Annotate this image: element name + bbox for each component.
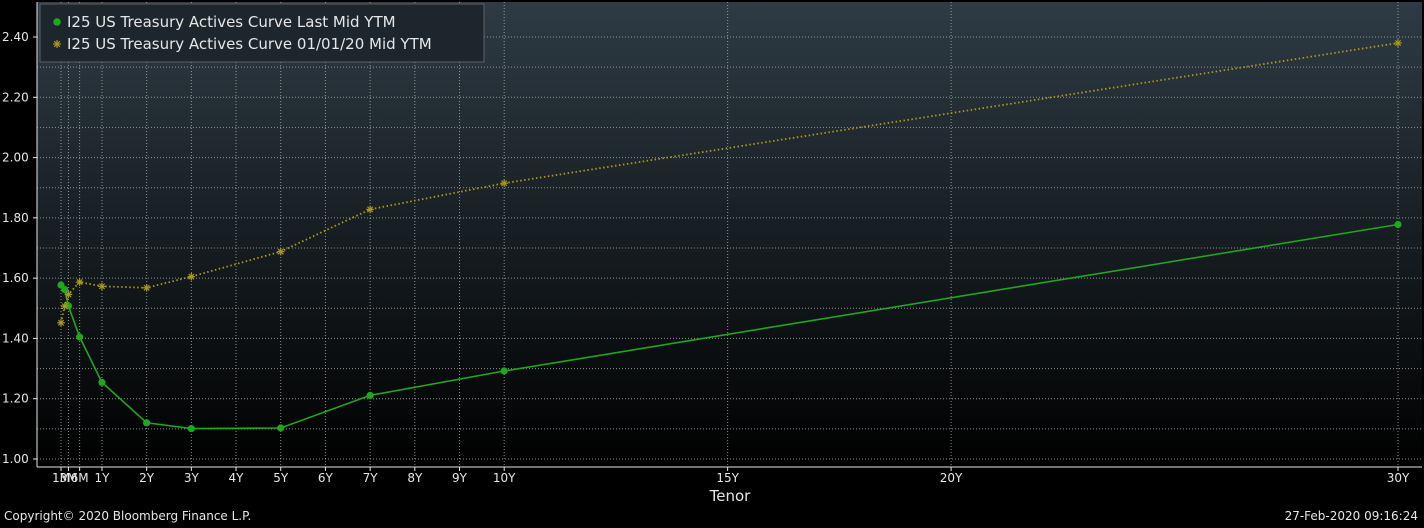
- x-tick-label: 4Y: [229, 471, 245, 485]
- x-axis-title: Tenor: [709, 487, 752, 505]
- y-tick-label: 2.00: [2, 151, 29, 165]
- x-tick-label: 15Y: [716, 471, 739, 485]
- x-tick-label: 1Y: [94, 471, 110, 485]
- y-tick-label: 1.80: [2, 211, 29, 225]
- x-axis: 1M3M6M 1Y 2Y 3Y 4Y 5Y 6Y 7Y 8Y 9Y 10Y 15Y 20Y 30Y: [52, 467, 1410, 485]
- y-tick-label: 2.20: [2, 90, 29, 104]
- yield-curve-chart: 1.00 1.20 1.40 1.60 1.80 2.00 2.20 2.40 1M 3M 6M 1Y…: [0, 0, 1424, 524]
- data-point: [1394, 220, 1402, 229]
- legend-marker-circle: [53, 18, 61, 26]
- data-point: [143, 419, 151, 427]
- data-point: [277, 424, 285, 432]
- x-tick-label: 7Y: [363, 471, 379, 485]
- x-tick-label: 30Y: [1387, 471, 1410, 485]
- data-point: [366, 205, 374, 214]
- timestamp-text: 27-Feb-2020 09:16:24: [1284, 509, 1418, 523]
- legend: I25 US Treasury Actives Curve Last Mid Y…: [39, 3, 485, 63]
- data-point: [61, 285, 69, 294]
- plot-background: [37, 2, 1422, 467]
- data-point: [500, 179, 508, 187]
- data-point: [64, 290, 73, 299]
- x-tick-label: 3Y: [184, 471, 200, 485]
- legend-marker-asterisk: [53, 40, 61, 48]
- data-point: [1394, 39, 1402, 47]
- y-tick-label: 1.20: [2, 392, 29, 406]
- x-tick-label: 6Y: [318, 471, 334, 485]
- copyright-text: Copyright© 2020 Bloomberg Finance L.P.: [4, 509, 252, 523]
- x-tick-label: 6M: [71, 471, 89, 485]
- data-point: [500, 367, 508, 375]
- data-point: [276, 247, 285, 256]
- data-point: [187, 272, 196, 281]
- x-tick-label: 8Y: [407, 471, 423, 485]
- data-point: [60, 302, 69, 310]
- y-tick-label: 2.40: [2, 30, 29, 44]
- x-tick-label: 2Y: [139, 471, 155, 485]
- data-point: [76, 333, 84, 341]
- data-point: [98, 378, 106, 387]
- y-tick-label: 1.00: [2, 452, 29, 466]
- data-point: [366, 391, 374, 399]
- legend-label: I25 US Treasury Actives Curve 01/01/20 M…: [67, 35, 432, 53]
- chart-canvas: 1.001.201.401.601.802.002.202.401M3M6M 1Y…: [2, 2, 1422, 505]
- y-axis: 1.00 1.20 1.40 1.60 1.80 2.00 2.20 2.40: [2, 30, 37, 466]
- data-point: [142, 283, 151, 292]
- legend-label: I25 US Treasury Actives Curve Last Mid Y…: [67, 13, 396, 31]
- x-tick-label: 5Y: [273, 471, 289, 485]
- y-tick-label: 1.40: [2, 331, 29, 345]
- data-point: [187, 424, 195, 433]
- y-tick-label: 1.60: [2, 271, 29, 285]
- x-tick-label: 9Y: [452, 471, 468, 485]
- x-tick-label: 20Y: [940, 471, 963, 485]
- data-point: [75, 278, 84, 286]
- x-tick-label: 10Y: [493, 471, 516, 485]
